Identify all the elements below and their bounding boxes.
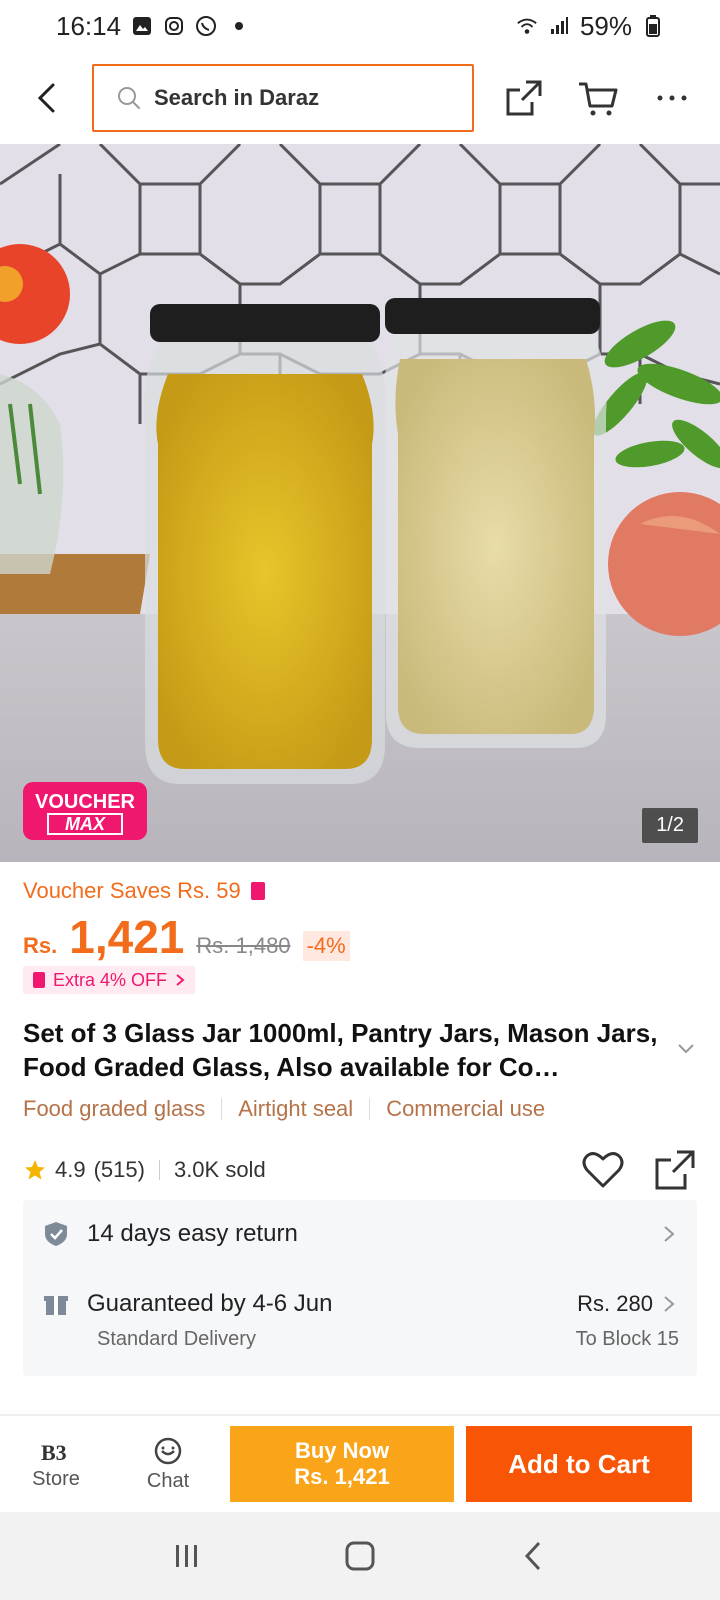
divider bbox=[221, 1098, 223, 1120]
add-to-cart-label: Add to Cart bbox=[508, 1448, 650, 1479]
rating-value[interactable]: 4.9 bbox=[55, 1157, 86, 1183]
delivery-row[interactable]: Guaranteed by 4-6 Jun Rs. 280 bbox=[23, 1290, 697, 1318]
chevron-right-icon bbox=[664, 1296, 675, 1312]
product-image-carousel[interactable]: VOUCHER MAX 1/2 bbox=[0, 144, 720, 862]
heart-icon[interactable] bbox=[581, 1148, 625, 1192]
bottom-action-bar: B3 Store Chat Buy Now Rs. 1,421 Add to C… bbox=[0, 1416, 720, 1512]
price-currency: Rs. bbox=[23, 933, 58, 958]
signal-icon bbox=[548, 15, 570, 37]
share-icon[interactable] bbox=[653, 1148, 697, 1192]
top-nav: Search in Daraz bbox=[0, 52, 720, 144]
voucher-icon bbox=[250, 882, 265, 900]
chevron-left-icon bbox=[525, 1541, 541, 1571]
easy-return-label: 14 days easy return bbox=[87, 1220, 298, 1247]
chevron-down-icon[interactable] bbox=[674, 1036, 698, 1060]
gift-box-icon bbox=[44, 1296, 68, 1315]
product-photo bbox=[0, 144, 720, 862]
more-icon bbox=[657, 95, 687, 101]
feature-tag: Airtight seal bbox=[238, 1096, 354, 1121]
chat-icon bbox=[154, 1437, 182, 1464]
divider bbox=[158, 1160, 160, 1180]
share-icon bbox=[506, 80, 542, 116]
price-row: Rs. 1,421 Rs. 1,480 -4% bbox=[23, 910, 350, 964]
chevron-left-icon bbox=[37, 83, 55, 113]
battery-percent: 59% bbox=[579, 10, 632, 41]
review-count[interactable]: (515) bbox=[94, 1157, 145, 1183]
voucher-saves-text: Voucher Saves Rs. 59 bbox=[23, 878, 241, 903]
feature-tag: Food graded glass bbox=[23, 1096, 206, 1121]
rating-row: 4.9 (515) 3.0K sold bbox=[23, 1148, 697, 1192]
store-logo-icon: B3 bbox=[41, 1440, 67, 1465]
battery-icon bbox=[642, 15, 664, 37]
search-placeholder: Search in Daraz bbox=[154, 85, 320, 110]
svg-text:B3: B3 bbox=[41, 1440, 67, 1465]
chat-label: Chat bbox=[146, 1469, 190, 1492]
delivery-label: Guaranteed by 4-6 Jun bbox=[87, 1290, 333, 1317]
sold-count: 3.0K sold bbox=[173, 1157, 266, 1182]
service-panel: 14 days easy return Guaranteed by 4-6 Ju… bbox=[23, 1200, 697, 1376]
wifi-icon bbox=[516, 15, 538, 37]
original-price: Rs. 1,480 bbox=[196, 933, 291, 958]
system-nav-bar bbox=[0, 1512, 720, 1600]
chevron-right-icon bbox=[664, 1226, 675, 1242]
store-button[interactable]: B3 Store bbox=[0, 1416, 112, 1512]
discount-badge: -4% bbox=[302, 931, 350, 961]
voucher-max-badge: VOUCHER MAX bbox=[23, 782, 147, 840]
shield-icon bbox=[45, 1222, 67, 1246]
instagram-icon bbox=[163, 15, 185, 37]
voucher-badge-line2: MAX bbox=[47, 813, 123, 835]
divider bbox=[369, 1098, 371, 1120]
buy-now-price: Rs. 1,421 bbox=[294, 1464, 390, 1489]
feature-tag: Commercial use bbox=[386, 1096, 546, 1121]
status-bar: 16:14 59% bbox=[0, 0, 720, 52]
cart-button[interactable] bbox=[576, 76, 620, 120]
cart-icon bbox=[579, 82, 618, 116]
buy-now-label: Buy Now bbox=[294, 1438, 390, 1463]
search-icon bbox=[118, 87, 140, 109]
search-input[interactable]: Search in Daraz bbox=[92, 64, 474, 132]
recents-button[interactable] bbox=[157, 1526, 217, 1586]
share-button[interactable] bbox=[502, 76, 546, 120]
extra-off-text: Extra 4% OFF bbox=[53, 969, 168, 990]
price-value: 1,421 bbox=[69, 911, 185, 963]
product-title[interactable]: Set of 3 Glass Jar 1000ml, Pantry Jars, … bbox=[23, 1016, 663, 1084]
star-icon bbox=[25, 1160, 45, 1180]
whatsapp-icon bbox=[195, 15, 217, 37]
delivery-subtitle: Standard Delivery bbox=[97, 1328, 256, 1350]
notification-dot-icon bbox=[235, 22, 244, 30]
system-back-button[interactable] bbox=[503, 1526, 563, 1586]
back-button[interactable] bbox=[22, 73, 72, 123]
gallery-icon bbox=[131, 15, 153, 37]
status-time: 16:14 bbox=[56, 10, 122, 41]
feature-tags: Food graded glass Airtight seal Commerci… bbox=[23, 1096, 545, 1122]
easy-return-row[interactable]: 14 days easy return bbox=[23, 1220, 697, 1248]
chevron-right-icon bbox=[176, 974, 185, 986]
extra-off-chip[interactable]: Extra 4% OFF bbox=[23, 966, 196, 994]
voucher-saves[interactable]: Voucher Saves Rs. 59 bbox=[23, 878, 265, 904]
voucher-badge-line1: VOUCHER bbox=[34, 791, 135, 813]
store-label: Store bbox=[32, 1467, 80, 1490]
home-button[interactable] bbox=[330, 1526, 390, 1586]
delivery-price: Rs. 280 bbox=[577, 1291, 653, 1316]
home-icon bbox=[345, 1541, 375, 1571]
image-pager: 1/2 bbox=[642, 808, 698, 843]
voucher-icon bbox=[33, 972, 45, 988]
more-options-button[interactable] bbox=[650, 76, 694, 120]
delivery-destination: To Block 15 bbox=[575, 1328, 679, 1350]
add-to-cart-button[interactable]: Add to Cart bbox=[466, 1426, 692, 1502]
chat-button[interactable]: Chat bbox=[112, 1416, 224, 1512]
buy-now-button[interactable]: Buy Now Rs. 1,421 bbox=[230, 1426, 454, 1502]
recents-icon bbox=[175, 1545, 197, 1567]
